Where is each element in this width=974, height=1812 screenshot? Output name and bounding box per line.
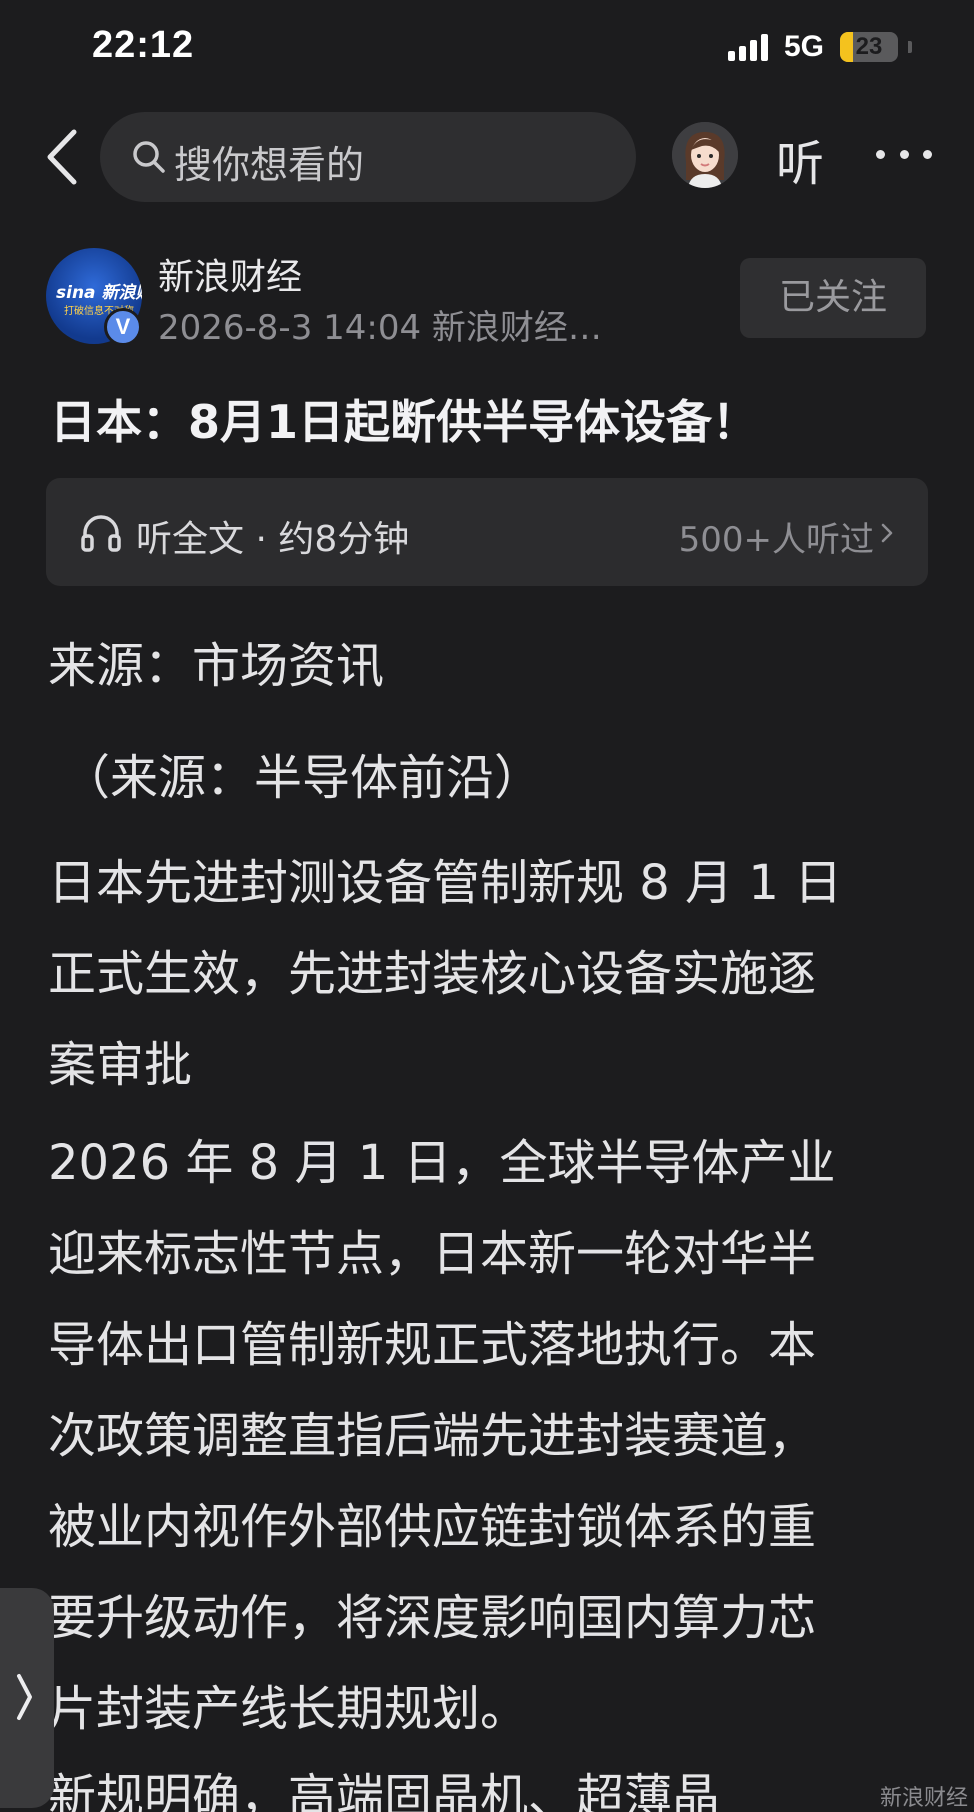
status-bar: 22:12 5G 23 bbox=[0, 0, 974, 96]
paragraph-1: 日本先进封测设备管制新规 8 月 1 日 正式生效，先进封装核心设备实施逐 案审… bbox=[48, 838, 932, 1111]
more-dot bbox=[899, 150, 909, 159]
battery-level: 23 bbox=[855, 33, 883, 60]
source-line-secondary: （来源：半导体前沿） bbox=[62, 750, 543, 806]
author-meta: 2026-8-3 14:04 新浪财经… bbox=[158, 308, 602, 348]
follow-button[interactable]: 已关注 bbox=[740, 258, 926, 338]
paragraph-line: 导体出口管制新规正式落地执行。本 bbox=[48, 1317, 817, 1373]
paragraph-2: 2026 年 8 月 1 日，全球半导体产业 迎来标志性节点，日本新一轮对华半 … bbox=[48, 1118, 932, 1755]
logo-text: sina 新浪财经 bbox=[56, 283, 142, 303]
signal-icon bbox=[727, 33, 768, 61]
paragraph-line: 被业内视作外部供应链封锁体系的重 bbox=[48, 1499, 817, 1555]
search-placeholder: 搜你想看的 bbox=[174, 143, 365, 187]
avatar[interactable] bbox=[672, 122, 738, 188]
listen-button[interactable]: 听 bbox=[776, 124, 824, 194]
paragraph-line: 日本先进封测设备管制新规 8 月 1 日 bbox=[48, 855, 843, 911]
paragraph-line: 正式生效，先进封装核心设备实施逐 bbox=[48, 946, 817, 1002]
paragraph-line: 迎来标志性节点，日本新一轮对华半 bbox=[48, 1226, 817, 1282]
back-button[interactable] bbox=[38, 126, 94, 188]
paragraph-3-partial: 新规明确，高端固晶机、超薄晶 bbox=[48, 1769, 721, 1812]
chevron-right-icon bbox=[881, 523, 893, 543]
headphone-icon bbox=[81, 515, 121, 552]
listen-count: 500+人听过 bbox=[678, 520, 874, 560]
status-time: 22:12 bbox=[92, 24, 195, 66]
paragraph-line: 案审批 bbox=[48, 1037, 193, 1093]
avatar-image bbox=[672, 122, 738, 188]
search-input[interactable]: 搜你想看的 bbox=[100, 112, 636, 202]
status-indicators: 5G 23 bbox=[727, 30, 912, 64]
more-icon[interactable] bbox=[876, 150, 932, 164]
top-nav: 搜你想看的 听 bbox=[0, 110, 974, 204]
side-drawer-handle[interactable] bbox=[0, 1588, 54, 1808]
network-label: 5G bbox=[783, 30, 824, 63]
watermark: 新浪财经 bbox=[879, 1786, 968, 1811]
more-dot bbox=[923, 150, 932, 159]
listen-full-text-bar[interactable]: 听全文 · 约8分钟 500+人听过 bbox=[46, 478, 928, 586]
chevron-right-icon bbox=[17, 1674, 32, 1720]
paragraph-line: 2026 年 8 月 1 日，全球半导体产业 bbox=[48, 1135, 836, 1191]
author-name[interactable]: 新浪财经 bbox=[158, 248, 302, 300]
battery-icon: 23 bbox=[840, 32, 898, 62]
more-dot bbox=[876, 150, 885, 159]
paragraph-line: 要升级动作，将深度影响国内算力芯 bbox=[48, 1590, 817, 1646]
article-headline: 日本：8月1日起断供半导体设备！ bbox=[50, 395, 759, 449]
paragraph-line: 片封装产线长期规划。 bbox=[48, 1681, 529, 1737]
author-row: sina 新浪财经 打破信息不对称 V 新浪财经 2026-8-3 14:04 … bbox=[0, 248, 974, 348]
paragraph-line: 次政策调整直指后端先进封装赛道， bbox=[48, 1408, 817, 1464]
battery-nub bbox=[908, 41, 912, 53]
verified-badge-icon: V bbox=[104, 308, 142, 346]
source-line: 来源：市场资讯 bbox=[48, 638, 385, 694]
chevron-left-icon bbox=[47, 129, 77, 185]
search-icon bbox=[133, 141, 165, 173]
listen-label: 听全文 · 约8分钟 bbox=[136, 519, 410, 560]
